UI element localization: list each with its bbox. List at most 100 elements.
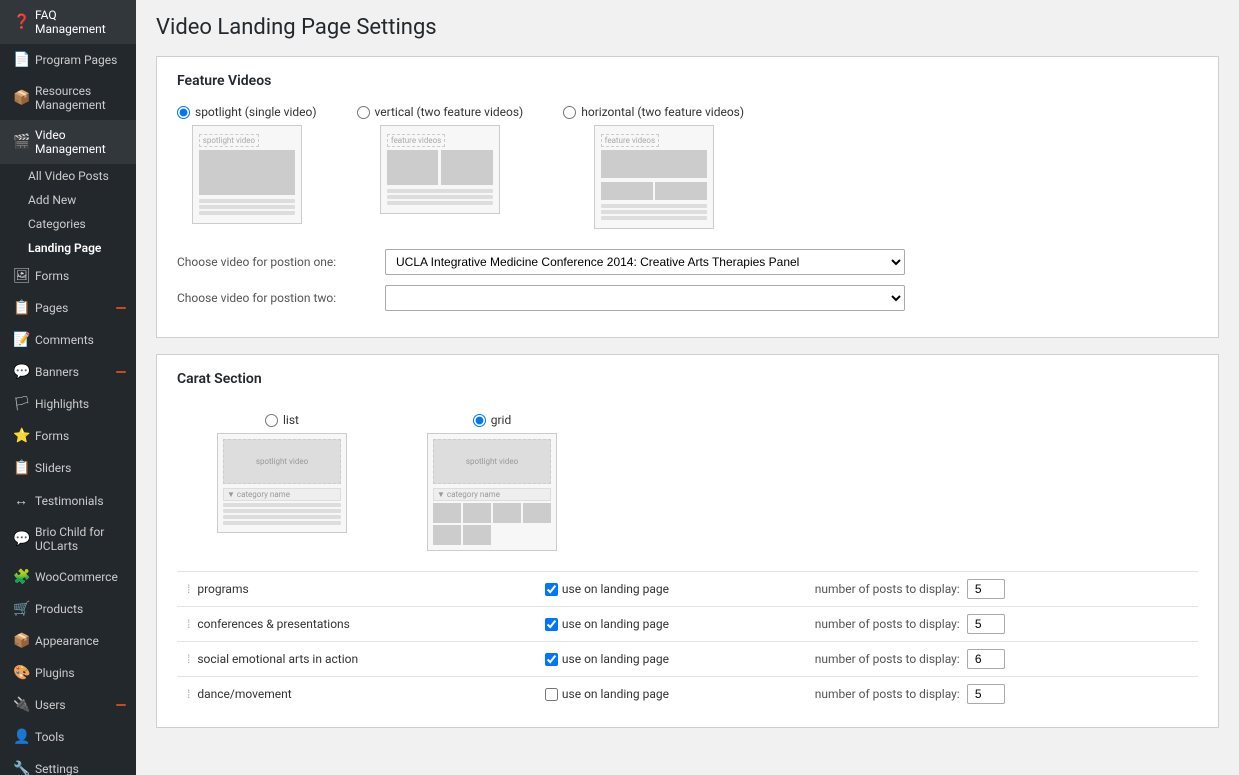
carat-grid-option: grid spotlight video ▼ category name (427, 413, 557, 551)
sidebar-item-users[interactable]: 👤 Tools (0, 721, 136, 753)
video-icon: 🎬 (13, 134, 29, 150)
video-position-one-label: Choose video for postion one: (177, 255, 377, 269)
sidebar-item-label: Program Pages (35, 53, 117, 67)
posts-count-input[interactable] (967, 579, 1005, 599)
sidebar-sub-landing-page[interactable]: Landing Page (0, 236, 136, 260)
drag-handle-icon[interactable]: ⁞ (187, 687, 190, 701)
feature-videos-title: Feature Videos (177, 73, 1198, 89)
forms-badge (116, 307, 126, 309)
sidebar-item-program-pages[interactable]: 📄 Program Pages (0, 44, 136, 76)
sidebar-item-label: Forms (35, 429, 69, 443)
posts-count-input[interactable] (967, 614, 1005, 634)
horizontal-label[interactable]: horizontal (two feature videos) (563, 105, 744, 119)
posts-count-cell: number of posts to display: (805, 572, 1198, 607)
sidebar-item-highlights[interactable]: ⭐ Forms (0, 420, 136, 452)
spotlight-label[interactable]: spotlight (single video) (177, 105, 317, 119)
faq-icon: ❓ (13, 14, 29, 30)
sidebar-item-brio-child[interactable]: 🧩 WooCommerce (0, 561, 136, 593)
vertical-label[interactable]: vertical (two feature videos) (357, 105, 524, 119)
use-on-landing-label[interactable]: use on landing page (545, 652, 795, 666)
horizontal-preview: feature videos (594, 125, 714, 229)
sidebar-item-label: Tools (35, 730, 64, 744)
use-on-landing-label[interactable]: use on landing page (545, 617, 795, 631)
carat-grid-label[interactable]: grid (473, 413, 512, 427)
sidebar-item-forms[interactable]: 📋 Pages (0, 292, 136, 324)
spotlight-radio[interactable] (177, 106, 190, 119)
sidebar-sub-add-new[interactable]: Add New (0, 188, 136, 212)
posts-count-label: number of posts to display: (815, 617, 960, 631)
use-on-landing-checkbox[interactable] (545, 653, 558, 666)
use-on-landing-label[interactable]: use on landing page (545, 582, 795, 596)
carat-grid-preview: spotlight video ▼ category name (427, 433, 557, 551)
drag-handle-icon[interactable]: ⁞ (187, 582, 190, 596)
sidebar-item-resources-management[interactable]: 📦 Resources Management (0, 76, 136, 120)
video-position-two-row: Choose video for postion two: (177, 285, 1198, 311)
table-row: ⁞ programs use on landing page number of… (177, 572, 1198, 607)
sidebar-item-products[interactable]: 📦 Appearance (0, 625, 136, 657)
drag-handle-cell: ⁞ conferences & presentations (177, 607, 535, 642)
pages-icon: 📝 (13, 332, 29, 348)
sidebar-item-banners[interactable]: 🏳 Highlights (0, 388, 136, 420)
use-on-landing-checkbox[interactable] (545, 618, 558, 631)
sidebar-item-label: Settings (35, 762, 79, 775)
sidebar-item-tools[interactable]: 🔧 Settings (0, 753, 136, 775)
sidebar-item-label: Users (35, 698, 66, 712)
posts-count-input[interactable] (967, 684, 1005, 704)
sidebar-item-label: Appearance (35, 634, 99, 648)
vertical-radio[interactable] (357, 106, 370, 119)
video-position-two-label: Choose video for postion two: (177, 291, 377, 305)
drag-handle-icon[interactable]: ⁞ (187, 652, 190, 666)
sidebar-item-woocommerce[interactable]: 🛒 Products (0, 593, 136, 625)
sidebar-item-appearance[interactable]: 🎨 Plugins (0, 657, 136, 689)
sidebar-item-label: Banners (35, 365, 79, 379)
plugins-icon: 🔌 (13, 697, 29, 713)
video-position-one-select[interactable]: UCLA Integrative Medicine Conference 201… (385, 249, 905, 275)
vertical-option: vertical (two feature videos) feature vi… (357, 105, 524, 214)
sidebar-item-label: Sliders (35, 461, 71, 475)
sidebar-item-forms2[interactable]: 📋 Sliders (0, 452, 136, 484)
sidebar-item-label: WooCommerce (35, 570, 118, 584)
brio-icon: 🧩 (13, 569, 29, 585)
media-icon: 🖼 (13, 268, 29, 284)
sidebar-item-label: FAQ Management (35, 8, 126, 36)
posts-count-input[interactable] (967, 649, 1005, 669)
sidebar-sub-all-video-posts[interactable]: All Video Posts (0, 164, 136, 188)
use-on-landing-text: use on landing page (562, 687, 669, 701)
vertical-preview: feature videos (380, 125, 500, 214)
category-name: conferences & presentations (197, 617, 350, 631)
sidebar-sub-categories[interactable]: Categories (0, 212, 136, 236)
tools-icon: 🔧 (13, 761, 29, 775)
sidebar-item-faq-management[interactable]: ❓ FAQ Management (0, 0, 136, 44)
feature-videos-options: spotlight (single video) spotlight video… (177, 105, 1198, 229)
use-on-landing-checkbox[interactable] (545, 583, 558, 596)
use-on-landing-text: use on landing page (562, 582, 669, 596)
carat-grid-radio[interactable] (473, 414, 486, 427)
sidebar-item-media[interactable]: 🖼 Forms (0, 260, 136, 292)
carat-list-radio[interactable] (265, 414, 278, 427)
use-on-landing-cell: use on landing page (535, 677, 805, 712)
drag-handle-cell: ⁞ programs (177, 572, 535, 607)
sidebar-item-video-management[interactable]: 🎬 Video Management (0, 120, 136, 164)
use-on-landing-text: use on landing page (562, 652, 669, 666)
highlights-icon: ⭐ (13, 428, 29, 444)
carat-section-title: Carat Section (177, 371, 1198, 387)
spotlight-preview: spotlight video (192, 125, 302, 224)
sidebar-item-testimonials[interactable]: 💬 Brio Child for UCLarts (0, 517, 136, 561)
sidebar-item-sliders[interactable]: ↔ Testimonials (0, 484, 136, 517)
posts-count-label: number of posts to display: (815, 582, 960, 596)
horizontal-radio[interactable] (563, 106, 576, 119)
carat-list-label[interactable]: list (265, 413, 299, 427)
category-name: dance/movement (197, 687, 291, 701)
sidebar-item-pages[interactable]: 📝 Comments (0, 324, 136, 356)
resources-icon: 📦 (13, 90, 29, 106)
carat-section: Carat Section list spotlight video ▼ cat… (156, 354, 1219, 728)
table-row: ⁞ dance/movement use on landing page num… (177, 677, 1198, 712)
sidebar-item-plugins[interactable]: 🔌 Users (0, 689, 136, 721)
use-on-landing-checkbox[interactable] (545, 688, 558, 701)
video-position-two-select[interactable] (385, 285, 905, 311)
sidebar-item-comments[interactable]: 💬 Banners (0, 356, 136, 388)
program-icon: 📄 (13, 52, 29, 68)
drag-handle-icon[interactable]: ⁞ (187, 617, 190, 631)
use-on-landing-label[interactable]: use on landing page (545, 687, 795, 701)
forms-icon: 📋 (13, 300, 29, 316)
